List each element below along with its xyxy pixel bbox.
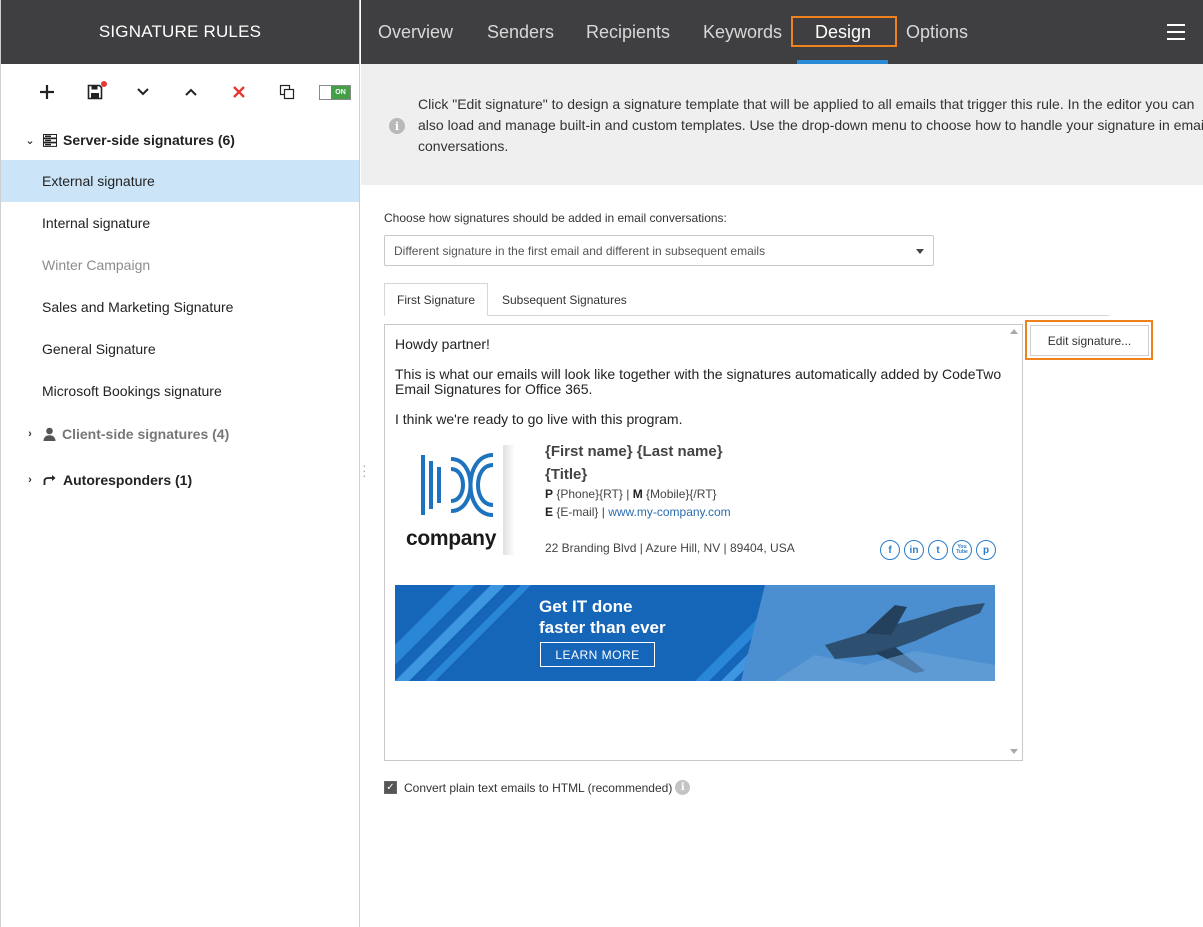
twitter-icon[interactable]: t — [928, 540, 948, 560]
scroll-up-icon[interactable] — [1010, 329, 1018, 334]
learn-more-button[interactable]: LEARN MORE — [540, 642, 655, 667]
panel-splitter[interactable]: · · · — [362, 458, 367, 482]
separator: | — [601, 505, 605, 519]
user-icon — [43, 427, 56, 441]
plus-icon — [40, 85, 54, 99]
sidebar-item-sales-marketing[interactable]: Sales and Marketing Signature — [1, 286, 359, 328]
info-banner: i Click "Edit signature" to design a sig… — [361, 64, 1203, 185]
add-button[interactable] — [23, 76, 71, 108]
chevron-up-icon — [185, 88, 197, 96]
server-icon — [43, 133, 57, 147]
signature-phone-line: P {Phone}{RT} | M {Mobile}{/RT} — [545, 487, 717, 501]
sidebar: SIGNATURE RULES ON ⌄ Server-side signatu… — [0, 0, 360, 927]
logo-text: company — [406, 527, 497, 550]
chevron-right-icon: › — [28, 428, 32, 440]
toggle-label: ON — [331, 85, 350, 99]
duplicate-button[interactable] — [263, 76, 311, 108]
tab-overview[interactable]: Overview — [378, 0, 453, 64]
save-button[interactable] — [71, 76, 119, 108]
chevron-down-icon: ⌄ — [25, 134, 35, 147]
logo-divider — [503, 445, 515, 555]
info-icon: i — [389, 118, 405, 134]
sidebar-title: SIGNATURE RULES — [1, 0, 359, 64]
caret-down-icon — [916, 249, 924, 254]
dropdown-value: Different signature in the first email a… — [394, 243, 766, 258]
tab-options[interactable]: Options — [906, 0, 968, 64]
email-label: E — [545, 505, 554, 519]
convert-html-checkbox[interactable]: ✓ — [384, 781, 397, 794]
subtab-subsequent-signatures[interactable]: Subsequent Signatures — [490, 283, 639, 316]
signature-address: 22 Branding Blvd | Azure Hill, NV | 8940… — [545, 541, 795, 555]
banner-stripes-graphic — [395, 585, 995, 681]
chevron-right-icon: › — [28, 474, 32, 486]
banner-line-2: faster than ever — [539, 618, 666, 637]
enable-toggle[interactable]: ON — [311, 76, 359, 108]
convert-html-label: Convert plain text emails to HTML (recom… — [404, 780, 673, 795]
group-server-side[interactable]: ⌄ Server-side signatures (6) — [1, 120, 359, 160]
rules-toolbar: ON — [1, 64, 359, 120]
group-label: Client-side signatures (4) — [62, 426, 230, 442]
tab-design[interactable]: Design — [815, 0, 871, 64]
chevron-down-icon — [137, 88, 149, 96]
signature-name: {First name} {Last name} — [545, 443, 723, 460]
top-tab-bar: Overview Senders Recipients Keywords Des… — [361, 0, 1203, 64]
forward-arrow-icon — [43, 474, 57, 486]
signature-email-line: E {E-mail} | www.my-company.com — [545, 505, 731, 519]
phone-label: P — [545, 487, 554, 501]
sidebar-item-external-signature[interactable]: External signature — [1, 160, 359, 202]
youtube-icon[interactable]: You Tube — [952, 540, 972, 560]
group-label: Server-side signatures (6) — [63, 132, 235, 148]
conversation-mode-dropdown[interactable]: Different signature in the first email a… — [384, 235, 934, 266]
banner-line-1: Get IT done — [539, 597, 633, 616]
sidebar-item-microsoft-bookings[interactable]: Microsoft Bookings signature — [1, 370, 359, 412]
move-down-button[interactable] — [119, 76, 167, 108]
signature-title: {Title} — [545, 466, 588, 483]
mobile-label: M — [632, 487, 643, 501]
preview-paragraph-1b: Email Signatures for Office 365. — [395, 381, 593, 397]
delete-button[interactable] — [215, 76, 263, 108]
conversation-mode-label: Choose how signatures should be added in… — [384, 211, 727, 225]
signature-preview[interactable]: Howdy partner! This is what our emails w… — [384, 324, 1023, 761]
website-link[interactable]: www.my-company.com — [608, 505, 730, 519]
promo-banner[interactable]: Get IT done faster than ever LEARN MORE — [395, 585, 995, 681]
separator: | — [626, 487, 630, 501]
tab-keywords[interactable]: Keywords — [703, 0, 782, 64]
sidebar-item-general-signature[interactable]: General Signature — [1, 328, 359, 370]
sidebar-item-winter-campaign[interactable]: Winter Campaign — [1, 244, 359, 286]
banner-headline: Get IT done faster than ever — [539, 596, 666, 638]
hamburger-menu-icon[interactable] — [1167, 24, 1185, 40]
preview-paragraph-2: I think we're ready to go live with this… — [395, 411, 683, 427]
info-text: Click "Edit signature" to design a signa… — [418, 96, 1203, 154]
info-icon[interactable]: i — [675, 780, 691, 795]
delete-x-icon — [233, 86, 245, 98]
preview-greeting: Howdy partner! — [395, 336, 490, 352]
unsaved-indicator — [101, 81, 107, 87]
phone-value: {Phone}{RT} — [556, 487, 623, 501]
group-client-side[interactable]: › Client-side signatures (4) — [1, 414, 359, 454]
copy-icon — [279, 84, 295, 100]
subtab-first-signature[interactable]: First Signature — [384, 283, 489, 316]
group-autoresponders[interactable]: › Autoresponders (1) — [1, 460, 359, 500]
linkedin-icon[interactable]: in — [904, 540, 924, 560]
preview-paragraph-1a: This is what our emails will look like t… — [395, 366, 1002, 382]
facebook-icon[interactable]: f — [880, 540, 900, 560]
group-label: Autoresponders (1) — [63, 472, 193, 488]
social-icons: f in t You Tube p — [880, 540, 996, 560]
convert-html-option: ✓ Convert plain text emails to HTML (rec… — [384, 780, 691, 795]
mobile-value: {Mobile}{/RT} — [646, 487, 717, 501]
save-icon — [87, 84, 103, 100]
toggle-switch: ON — [319, 84, 351, 100]
pinterest-icon[interactable]: p — [976, 540, 996, 560]
toggle-knob — [320, 85, 331, 99]
email-value: {E-mail} — [556, 505, 599, 519]
move-up-button[interactable] — [167, 76, 215, 108]
scroll-down-icon[interactable] — [1010, 749, 1018, 754]
edit-signature-button[interactable]: Edit signature... — [1030, 325, 1149, 356]
sidebar-item-internal-signature[interactable]: Internal signature — [1, 202, 359, 244]
tab-senders[interactable]: Senders — [487, 0, 554, 64]
tab-recipients[interactable]: Recipients — [586, 0, 670, 64]
